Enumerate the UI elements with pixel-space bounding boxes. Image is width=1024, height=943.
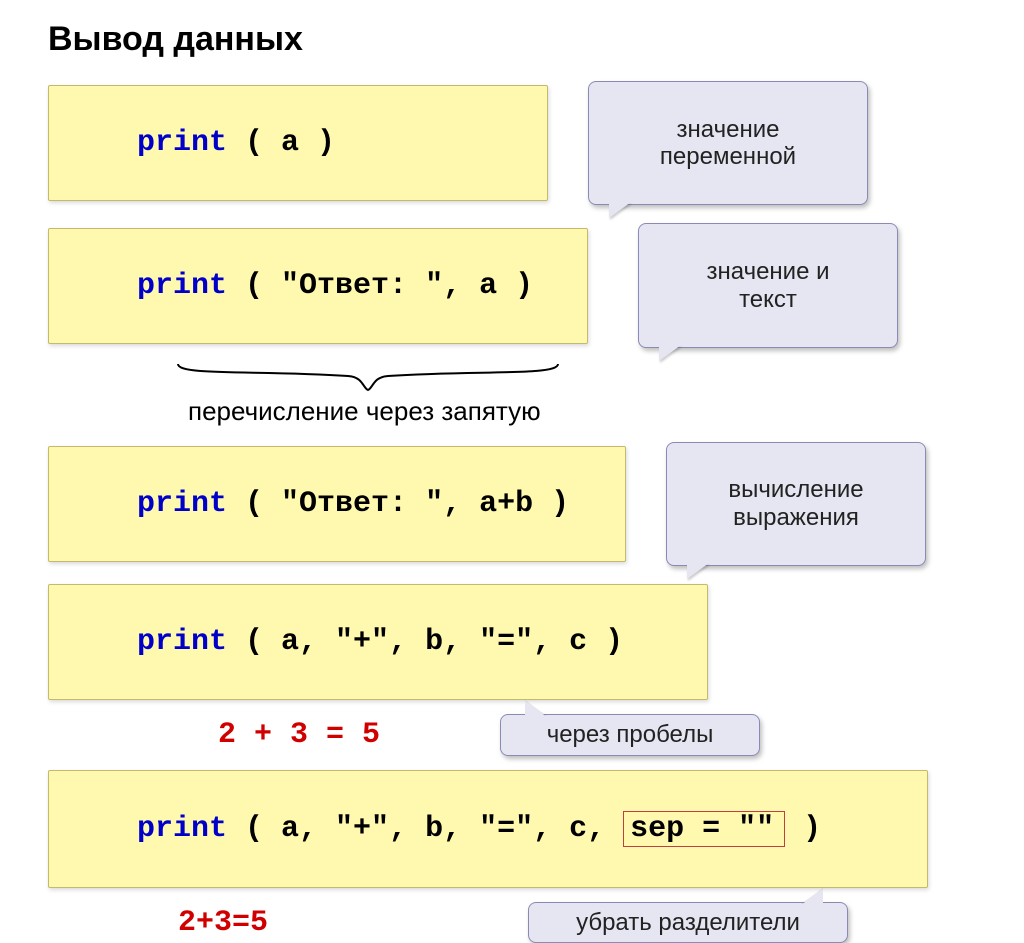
callout-tail-icon bbox=[659, 345, 681, 361]
code-args: ( "Ответ: ", a ) bbox=[227, 269, 533, 303]
code-line-5: print ( a, "+", b, "=", c, sep = "" ) bbox=[48, 770, 928, 888]
callout-text: значение и текст bbox=[706, 258, 829, 313]
callout-text: вычисление выражения bbox=[728, 476, 863, 531]
keyword-print: print bbox=[137, 625, 227, 659]
callout-text: через пробелы bbox=[547, 721, 714, 748]
sep-text: sep = "" bbox=[630, 812, 774, 846]
callout-tail-icon bbox=[525, 701, 547, 717]
page-title: Вывод данных bbox=[48, 20, 976, 59]
keyword-print: print bbox=[137, 126, 227, 160]
callout-tail-icon bbox=[687, 563, 709, 579]
brace-icon bbox=[168, 362, 568, 394]
callout-text: значение переменной bbox=[660, 116, 796, 171]
code-args: ( "Ответ: ", a+b ) bbox=[227, 487, 569, 521]
code-line-3: print ( "Ответ: ", a+b ) bbox=[48, 446, 626, 562]
code-line-1: print ( a ) bbox=[48, 85, 548, 201]
code-line-4: print ( a, "+", b, "=", c ) bbox=[48, 584, 708, 700]
code-args-post: ) bbox=[785, 812, 821, 846]
keyword-print: print bbox=[137, 487, 227, 521]
callout-calc-expr: вычисление выражения bbox=[666, 442, 926, 566]
callout-tail-icon bbox=[609, 202, 631, 218]
callout-text: убрать разделители bbox=[576, 909, 800, 936]
keyword-print: print bbox=[137, 269, 227, 303]
code-args: ( a ) bbox=[227, 126, 335, 160]
annotation-enumeration: перечисление через запятую bbox=[188, 396, 976, 427]
output-2: 2+3=5 bbox=[178, 906, 268, 940]
callout-tail-icon bbox=[801, 889, 823, 905]
sep-argument-box: sep = "" bbox=[623, 811, 785, 847]
output-1: 2 + 3 = 5 bbox=[218, 718, 380, 752]
code-line-2: print ( "Ответ: ", a ) bbox=[48, 228, 588, 344]
code-args: ( a, "+", b, "=", c ) bbox=[227, 625, 623, 659]
callout-value-text: значение и текст bbox=[638, 223, 898, 347]
code-args-pre: ( a, "+", b, "=", c, bbox=[227, 812, 623, 846]
callout-spaces: через пробелы bbox=[500, 714, 760, 756]
callout-var-value: значение переменной bbox=[588, 81, 868, 205]
keyword-print: print bbox=[137, 812, 227, 846]
callout-remove-sep: убрать разделители bbox=[528, 902, 848, 943]
